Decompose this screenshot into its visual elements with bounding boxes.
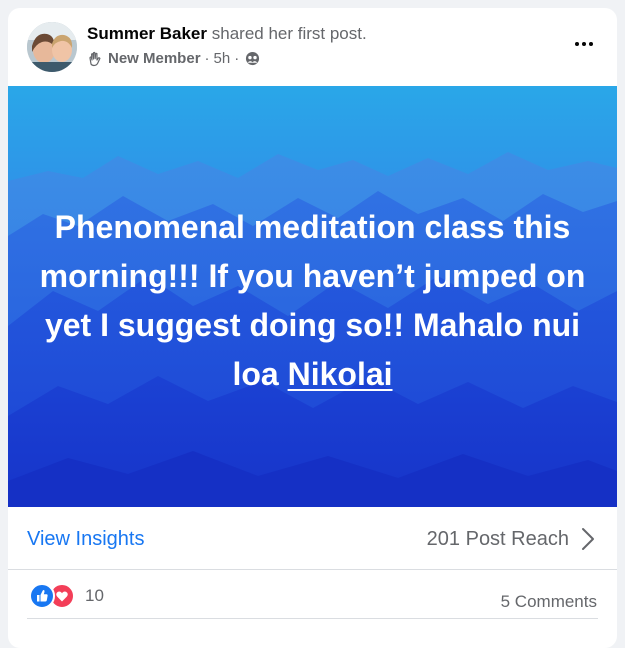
- post-time[interactable]: 5h: [214, 50, 231, 67]
- meta-separator: ·: [234, 50, 240, 67]
- chevron-right-icon: [582, 528, 594, 550]
- mentioned-user-link[interactable]: Nikolai: [288, 356, 393, 392]
- insights-row: View Insights 201 Post Reach: [8, 507, 617, 570]
- waving-hand-icon: [89, 51, 101, 66]
- more-dot: [589, 42, 593, 46]
- more-dot: [575, 42, 579, 46]
- view-insights-link[interactable]: View Insights: [27, 528, 144, 551]
- reactions-row: 10 5 Comments: [8, 570, 617, 620]
- more-dot: [582, 42, 586, 46]
- author-name[interactable]: Summer Baker: [87, 24, 207, 43]
- post-header: Summer Baker shared her first post. New …: [8, 8, 617, 86]
- post-media-text: Phenomenal meditation class this morning…: [28, 203, 597, 399]
- post-media[interactable]: Phenomenal meditation class this morning…: [8, 86, 617, 507]
- group-audience-icon: [246, 51, 260, 66]
- divider: [27, 618, 598, 619]
- post-meta: New Member · 5h ·: [87, 50, 260, 67]
- like-reaction-icon: [29, 583, 55, 609]
- member-badge[interactable]: New Member: [108, 50, 201, 67]
- post-card: Summer Baker shared her first post. New …: [8, 8, 617, 648]
- post-title-line: Summer Baker shared her first post.: [87, 24, 367, 44]
- comments-count-link[interactable]: 5 Comments: [501, 592, 597, 612]
- reaction-summary[interactable]: 10: [29, 583, 104, 609]
- post-reach-button[interactable]: 201 Post Reach: [427, 527, 595, 551]
- post-reach-label: 201 Post Reach: [426, 527, 569, 550]
- reaction-count: 10: [85, 586, 104, 605]
- avatar[interactable]: [27, 22, 77, 72]
- meta-separator: ·: [204, 50, 210, 67]
- more-options-icon[interactable]: [569, 34, 599, 54]
- post-action-text: shared her first post.: [211, 24, 367, 43]
